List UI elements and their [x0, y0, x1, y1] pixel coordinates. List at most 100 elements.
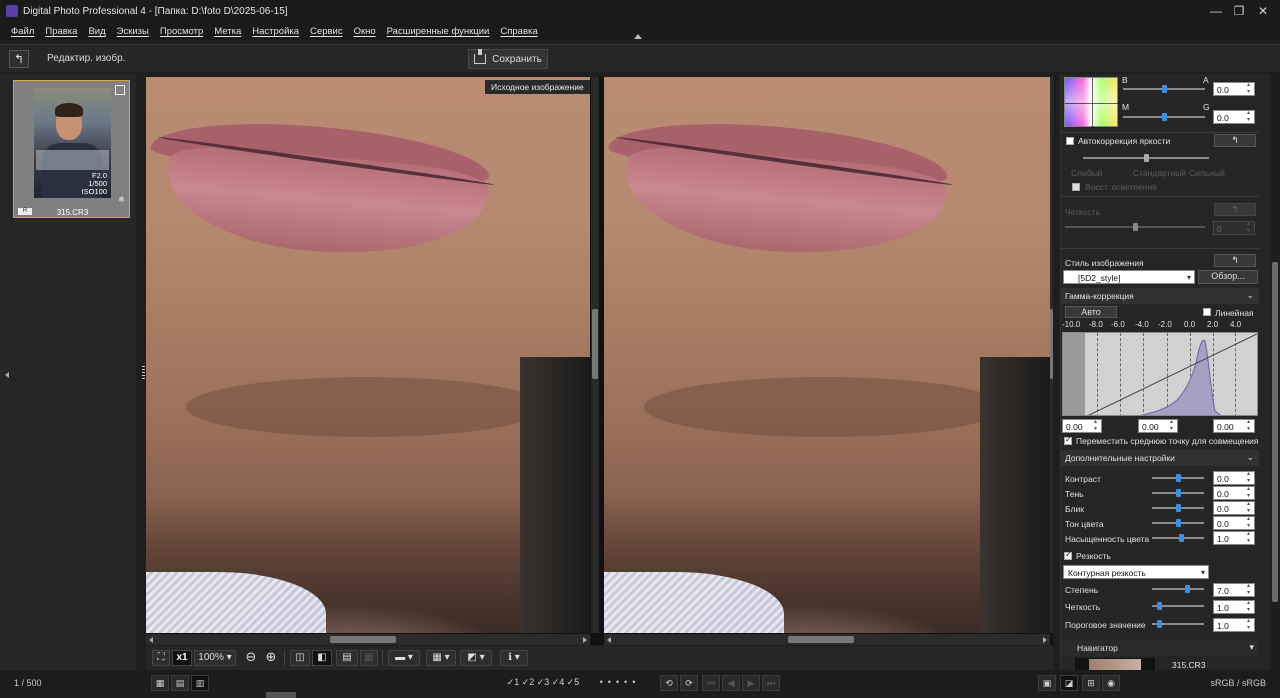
clarity-slider[interactable]: [1065, 223, 1205, 231]
layout-split-button[interactable]: ▤: [336, 650, 358, 666]
left-vertical-scrollbar[interactable]: [591, 77, 599, 633]
clarity-reset-button[interactable]: ↰: [1214, 203, 1256, 216]
grid-view-button[interactable]: ▦: [151, 675, 169, 691]
slider-knob[interactable]: [1157, 602, 1162, 610]
navigator-section-header[interactable]: Навигатор ▾: [1061, 640, 1259, 656]
gamma-high-input[interactable]: 0.00: [1213, 419, 1255, 433]
right-horizontal-scrollbar[interactable]: [604, 634, 1050, 645]
scroll-left-icon[interactable]: [149, 637, 153, 643]
slider-knob[interactable]: [1162, 113, 1167, 121]
strength-slider[interactable]: [1152, 585, 1204, 593]
fineness-input[interactable]: 1.0: [1213, 600, 1255, 614]
scroll-thumb[interactable]: [788, 636, 854, 643]
rating-2-button[interactable]: ✓2: [521, 675, 535, 691]
fit-to-window-button[interactable]: ⛶: [152, 650, 170, 666]
menu-file[interactable]: Файл: [11, 26, 34, 37]
slider-knob[interactable]: [1176, 519, 1181, 527]
slider-knob[interactable]: [1176, 504, 1181, 512]
menu-mark[interactable]: Метка: [214, 26, 241, 37]
contrast-slider[interactable]: [1152, 474, 1204, 482]
fineness-slider[interactable]: [1152, 602, 1204, 610]
sync-button[interactable]: ▦: [360, 650, 378, 666]
auto-brightness-slider[interactable]: [1083, 154, 1209, 162]
picture-style-reset-button[interactable]: ↰: [1214, 254, 1256, 267]
star-rating[interactable]: •••••: [585, 675, 655, 691]
zoom-in-button[interactable]: ⊕: [262, 650, 280, 666]
thumbnail-card[interactable]: F2.0 1/500 ISO100 ❄ R 315.CR3: [13, 80, 130, 218]
gamma-mid-input[interactable]: 0.00: [1138, 419, 1178, 433]
prev-image-button[interactable]: ◀: [722, 675, 740, 691]
palette-scrollbar[interactable]: [1270, 74, 1280, 670]
af-point-button[interactable]: ◩ ▾: [460, 650, 492, 666]
gamma-auto-button[interactable]: Авто: [1065, 306, 1117, 318]
auto-brightness-reset-button[interactable]: ↰: [1214, 134, 1256, 147]
background-color-button[interactable]: ▬ ▾: [388, 650, 420, 666]
threshold-input[interactable]: 1.0: [1213, 618, 1255, 632]
collapse-left-icon[interactable]: [5, 372, 9, 378]
list-view-button[interactable]: ▤: [171, 675, 189, 691]
rating-4-button[interactable]: ✓4: [551, 675, 565, 691]
status-handle[interactable]: [266, 692, 296, 698]
left-horizontal-scrollbar[interactable]: [146, 634, 590, 645]
next-image-button[interactable]: ▶: [742, 675, 760, 691]
move-midpoint-checkbox[interactable]: [1064, 435, 1072, 445]
info-button[interactable]: ℹ ▾: [500, 650, 528, 666]
strength-input[interactable]: 7.0: [1213, 583, 1255, 597]
threshold-slider[interactable]: [1152, 620, 1204, 628]
color-tone-input[interactable]: 0.0: [1213, 516, 1255, 530]
clarity-input[interactable]: 0: [1213, 221, 1255, 235]
color-tone-slider[interactable]: [1152, 519, 1204, 527]
close-button[interactable]: ✕: [1252, 3, 1274, 19]
zoom-out-button[interactable]: ⊖: [242, 650, 260, 666]
gamma-section-header[interactable]: Гамма-коррекция ⌄: [1061, 288, 1259, 304]
rating-5-button[interactable]: ✓5: [566, 675, 580, 691]
restore-highlight-checkbox[interactable]: [1072, 183, 1080, 191]
sharpness-checkbox[interactable]: [1064, 550, 1072, 560]
menu-edit[interactable]: Правка: [45, 26, 77, 37]
menu-tools[interactable]: Сервис: [310, 26, 343, 37]
sharpness-mode-dropdown[interactable]: Контурная резкость: [1063, 565, 1209, 580]
maximize-button[interactable]: ❐: [1228, 3, 1250, 19]
edited-image[interactable]: [604, 77, 1050, 633]
tool-palette-button[interactable]: ▣: [1038, 675, 1056, 691]
menu-view[interactable]: Вид: [88, 26, 105, 37]
edit-view-button[interactable]: ▥: [191, 675, 209, 691]
menu-thumbnails[interactable]: Эскизы: [117, 26, 149, 37]
scroll-thumb[interactable]: [1050, 309, 1053, 379]
rating-3-button[interactable]: ✓3: [536, 675, 550, 691]
wb-mg-slider[interactable]: [1123, 113, 1205, 121]
layout-compare-button[interactable]: ◧: [312, 650, 332, 666]
wb-color-square[interactable]: [1064, 77, 1119, 128]
menu-settings[interactable]: Настройка: [252, 26, 299, 37]
save-button[interactable]: Сохранить: [468, 49, 548, 69]
gamma-low-input[interactable]: 0.00: [1062, 419, 1102, 433]
menu-window[interactable]: Окно: [354, 26, 376, 37]
slider-knob[interactable]: [1179, 534, 1184, 542]
wb-ba-slider[interactable]: [1123, 85, 1205, 93]
scroll-right-icon[interactable]: [1043, 637, 1047, 643]
menu-help[interactable]: Справка: [500, 26, 537, 37]
first-image-button[interactable]: ⏮: [702, 675, 720, 691]
adjust-palette-button[interactable]: ◪: [1060, 675, 1078, 691]
rotate-left-button[interactable]: ⟲: [660, 675, 678, 691]
scroll-left-icon[interactable]: [607, 637, 611, 643]
scroll-right-icon[interactable]: [583, 637, 587, 643]
highlight-slider[interactable]: [1152, 504, 1204, 512]
last-image-button[interactable]: ⏭: [762, 675, 780, 691]
shadow-input[interactable]: 0.0: [1213, 486, 1255, 500]
camera-button[interactable]: ◉: [1102, 675, 1120, 691]
rotate-right-button[interactable]: ⟳: [680, 675, 698, 691]
slider-knob[interactable]: [1133, 223, 1138, 231]
saturation-input[interactable]: 1.0: [1213, 531, 1255, 545]
wb-ba-input[interactable]: 0.0: [1213, 82, 1255, 96]
slider-knob[interactable]: [1157, 620, 1162, 628]
slider-knob[interactable]: [1144, 154, 1149, 162]
minimize-button[interactable]: —: [1205, 3, 1227, 19]
right-vertical-scrollbar[interactable]: [1050, 77, 1053, 633]
slider-knob[interactable]: [1176, 489, 1181, 497]
linear-checkbox[interactable]: [1203, 308, 1211, 316]
zoom-x1-button[interactable]: x1: [172, 650, 192, 666]
advanced-section-header[interactable]: Дополнительные настройки ⌄: [1061, 450, 1259, 466]
scroll-thumb[interactable]: [330, 636, 396, 643]
panel-splitter[interactable]: [142, 366, 145, 380]
